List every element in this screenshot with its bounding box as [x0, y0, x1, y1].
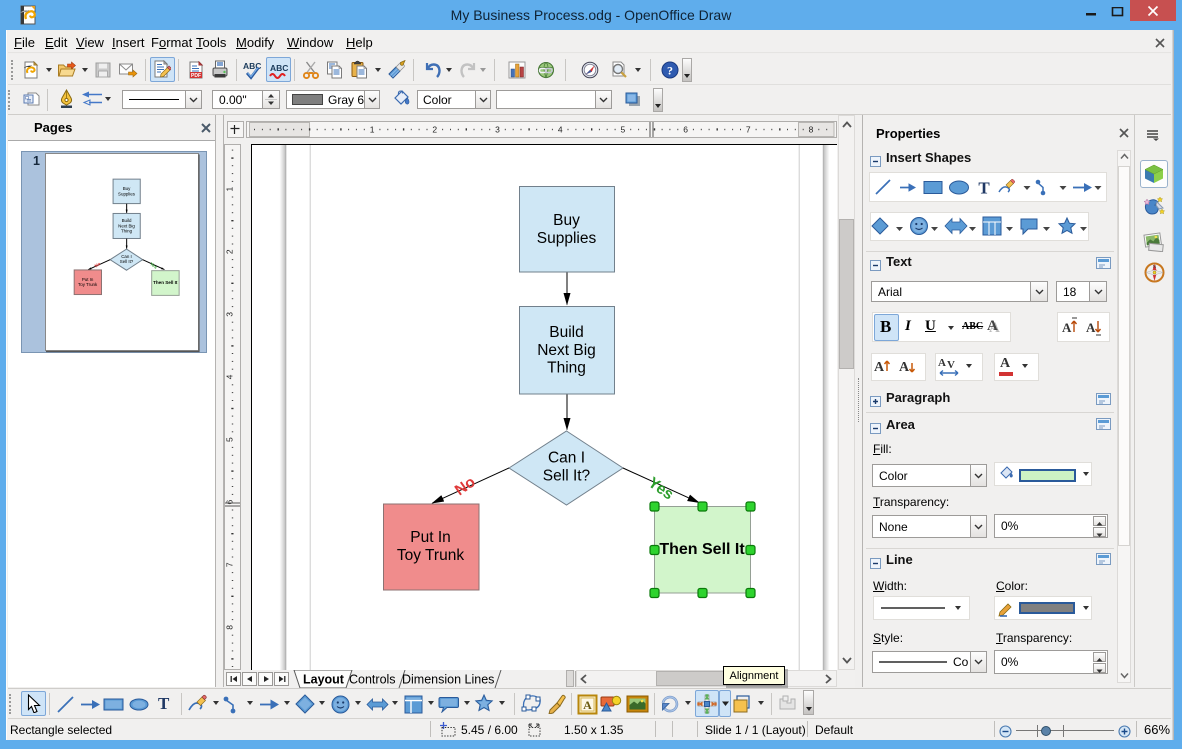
svg-text:8: 8: [225, 625, 235, 630]
svg-text:?: ?: [667, 64, 673, 78]
svg-text:A: A: [1062, 320, 1072, 335]
svg-text:A: A: [874, 360, 885, 375]
svg-text:2: 2: [432, 125, 437, 135]
svg-text:N: N: [1153, 264, 1156, 269]
svg-text:4: 4: [558, 125, 563, 135]
svg-text:1: 1: [33, 154, 40, 168]
svg-text:4: 4: [225, 374, 235, 379]
svg-text:A: A: [899, 360, 910, 375]
svg-text:T: T: [978, 179, 990, 198]
svg-text:6: 6: [683, 125, 688, 135]
svg-text:A: A: [938, 357, 946, 369]
svg-text:A: A: [1086, 320, 1096, 335]
svg-text:7: 7: [746, 125, 751, 135]
svg-text:V: V: [947, 359, 955, 371]
svg-text:5: 5: [621, 125, 626, 135]
svg-text:1: 1: [370, 125, 375, 135]
svg-text:Controls: Controls: [349, 673, 396, 687]
svg-text:Layout: Layout: [303, 673, 345, 687]
svg-text:6: 6: [225, 500, 235, 505]
svg-text:2: 2: [225, 249, 235, 254]
svg-text:3: 3: [225, 312, 235, 317]
svg-text:A: A: [583, 698, 592, 712]
svg-text:8: 8: [809, 125, 814, 135]
svg-text:5: 5: [225, 437, 235, 442]
svg-text:Dimension Lines: Dimension Lines: [402, 673, 494, 687]
svg-text:3: 3: [495, 125, 500, 135]
svg-text:1: 1: [225, 187, 235, 192]
svg-text:ABC: ABC: [270, 63, 288, 73]
svg-text:7: 7: [225, 562, 235, 567]
svg-text:PDF: PDF: [191, 73, 201, 79]
